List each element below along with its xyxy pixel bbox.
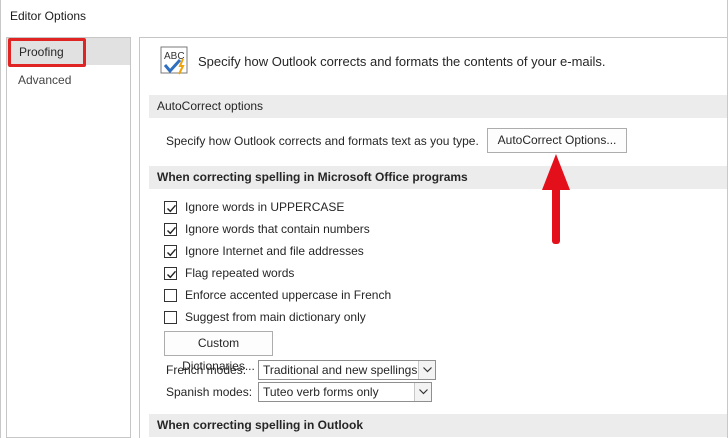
title-bar: Editor Options (0, 0, 728, 34)
checkbox-label: Flag repeated words (185, 266, 295, 280)
checkbox-label: Suggest from main dictionary only (185, 310, 366, 324)
autocorrect-description: Specify how Outlook corrects and formats… (166, 134, 479, 148)
options-panel: ABC Specify how Outlook corrects and for… (139, 37, 728, 438)
checkbox-label: Ignore words in UPPERCASE (185, 200, 345, 214)
sidebar: Proofing Advanced (6, 37, 131, 438)
check-icon (167, 226, 177, 235)
window-title: Editor Options (10, 9, 87, 23)
select-value: Traditional and new spellings (263, 363, 418, 377)
chevron-down-icon[interactable] (418, 361, 435, 379)
french-modes-label: French modes: (166, 363, 247, 377)
spanish-modes-select[interactable]: Tuteo verb forms only (258, 382, 432, 402)
check-icon (167, 248, 177, 257)
checkbox-label: Ignore words that contain numbers (185, 222, 370, 236)
abc-check-icon: ABC (160, 46, 190, 76)
checkbox[interactable] (164, 267, 177, 280)
checkbox[interactable] (164, 223, 177, 236)
checkbox[interactable] (164, 311, 177, 324)
checkbox[interactable] (164, 245, 177, 258)
section-spelling-office-header: When correcting spelling in Microsoft Of… (149, 166, 728, 189)
panel-description: Specify how Outlook corrects and formats… (198, 54, 606, 69)
sidebar-item-label: Proofing (19, 45, 64, 59)
sidebar-item-label: Advanced (18, 73, 72, 87)
select-value: Tuteo verb forms only (263, 385, 379, 399)
sidebar-item-advanced[interactable]: Advanced (7, 67, 130, 94)
checkbox[interactable] (164, 201, 177, 214)
autocorrect-options-button[interactable]: AutoCorrect Options... (487, 128, 627, 153)
check-icon (167, 204, 177, 213)
checkbox-label: Ignore Internet and file addresses (185, 244, 364, 258)
annotation-arrow-icon (542, 154, 570, 244)
custom-dictionaries-button[interactable]: Custom Dictionaries... (164, 331, 273, 373)
sidebar-item-proofing[interactable]: Proofing (7, 38, 130, 67)
spanish-modes-label: Spanish modes: (166, 385, 253, 399)
french-modes-select[interactable]: Traditional and new spellings (258, 360, 436, 380)
checkbox[interactable] (164, 289, 177, 302)
section-spelling-outlook-header: When correcting spelling in Outlook (149, 414, 728, 437)
panel-header: ABC Specify how Outlook corrects and for… (160, 46, 720, 76)
check-icon (167, 270, 177, 279)
chevron-down-icon[interactable] (414, 383, 431, 401)
section-autocorrect-header: AutoCorrect options (149, 95, 728, 118)
checkbox-label: Enforce accented uppercase in French (185, 288, 392, 302)
